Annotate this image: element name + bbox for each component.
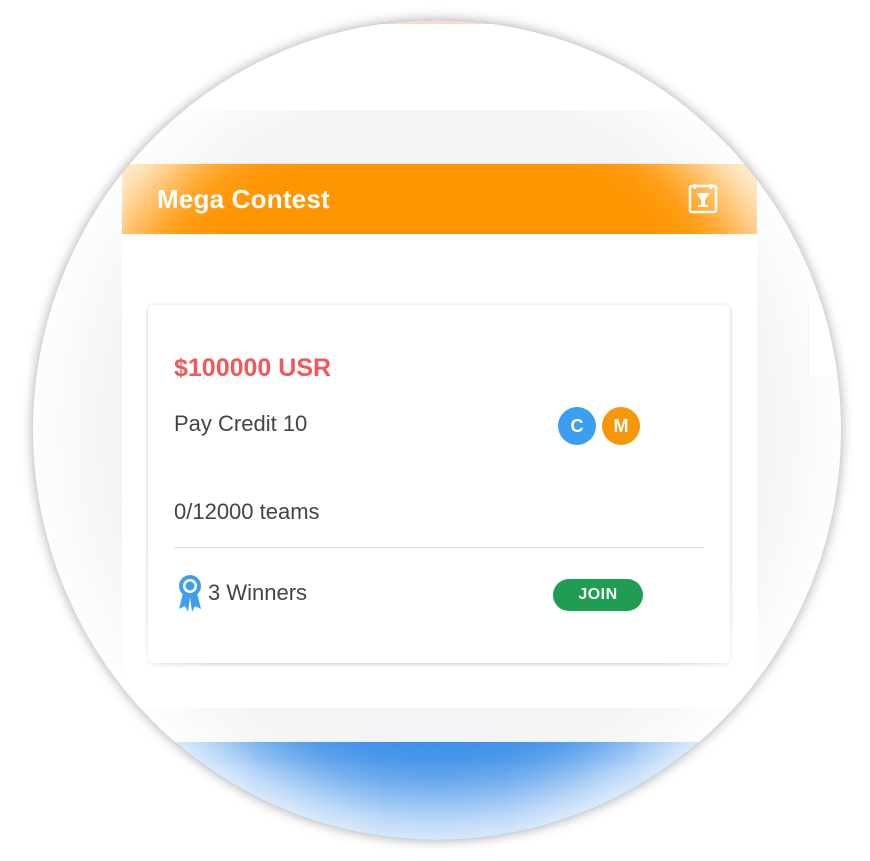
circle-content: Mega Contest $100000 USR Pay Credit 10 C… — [33, 20, 841, 840]
prize-amount: $100000 USR — [174, 354, 332, 382]
winners-label: 3 Winners — [208, 580, 308, 605]
adjacent-card — [808, 300, 841, 378]
contest-card[interactable]: $100000 USR Pay Credit 10 C M 0/12000 te… — [148, 305, 730, 663]
medal-icon — [176, 573, 204, 613]
join-button[interactable]: JOIN — [553, 579, 643, 611]
screenshot-stage: Mega Contest $100000 USR Pay Credit 10 C… — [0, 0, 870, 861]
badge-c: C — [558, 407, 596, 445]
magnifier-circle: Mega Contest $100000 USR Pay Credit 10 C… — [33, 20, 841, 840]
winners-info: 3 Winners — [176, 573, 307, 613]
contest-panel: Mega Contest $100000 USR Pay Credit 10 C… — [122, 164, 757, 708]
trophy-ticket-icon[interactable] — [687, 182, 719, 214]
pay-credit: Pay Credit 10 — [174, 411, 308, 436]
badge-m: M — [602, 407, 640, 445]
badge-group: C M — [558, 407, 640, 445]
contest-title: Mega Contest — [157, 184, 330, 214]
card-divider — [174, 547, 704, 548]
bottom-bar — [150, 742, 720, 840]
top-area — [33, 24, 841, 110]
contest-header: Mega Contest — [122, 164, 757, 234]
teams-count: 0/12000 teams — [174, 499, 320, 524]
